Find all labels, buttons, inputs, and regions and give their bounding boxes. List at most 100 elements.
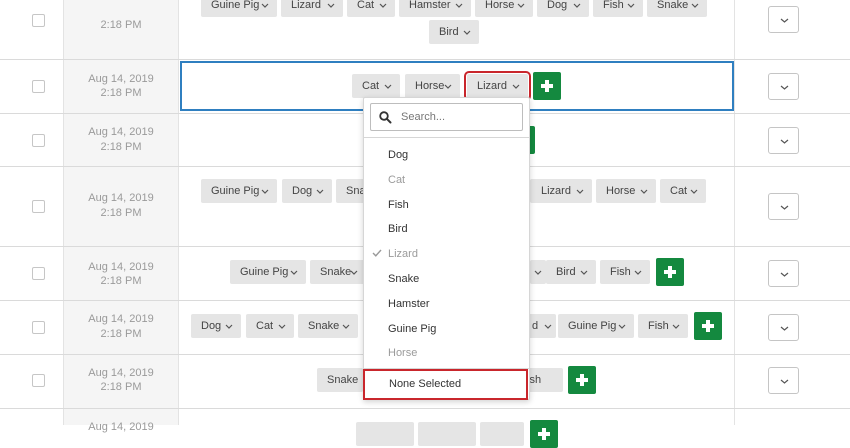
tag-chip[interactable]: Snake xyxy=(310,260,366,284)
tag-label: Bird xyxy=(439,26,459,38)
tag-label: Lizard xyxy=(291,0,321,11)
row-actions-button[interactable] xyxy=(768,6,799,33)
row-date: Aug 14, 2019 xyxy=(88,367,154,379)
tag-chip[interactable]: Snake xyxy=(298,314,358,338)
tag-chip[interactable]: Horse xyxy=(475,0,533,17)
chevron-down-icon xyxy=(261,0,269,17)
tag-chip[interactable]: Guine Pig xyxy=(558,314,634,338)
tag-chip[interactable]: Dog xyxy=(191,314,241,338)
search-box[interactable] xyxy=(370,103,523,131)
tag-label: Horse xyxy=(606,185,636,197)
row-checkbox[interactable] xyxy=(32,374,45,387)
tag-chip[interactable]: Bird xyxy=(546,260,596,284)
chevron-down-icon xyxy=(690,179,698,203)
tag-chip[interactable]: Snake xyxy=(317,368,363,392)
row-checkbox[interactable] xyxy=(32,134,45,147)
dropdown-item[interactable]: Guine Pig xyxy=(364,317,529,341)
dropdown-item[interactable]: Hamster xyxy=(364,292,529,316)
tag-chip[interactable]: Fish xyxy=(600,260,650,284)
row-checkbox[interactable] xyxy=(32,80,45,93)
tag-chip[interactable]: Cat xyxy=(347,0,395,17)
tag-dropdown-menu: Dog Cat Fish Bird Lizard Snake Hamster Guine Pi… xyxy=(363,97,530,400)
tag-label: Lizard xyxy=(541,185,571,197)
row-actions-button[interactable] xyxy=(768,314,799,341)
row-checkbox[interactable] xyxy=(32,267,45,280)
dropdown-item[interactable]: Bird xyxy=(364,217,529,241)
tag-chip[interactable]: Guine Pig xyxy=(230,260,306,284)
tag-chip[interactable]: Dog xyxy=(282,179,332,203)
tag-chip-partial[interactable]: d xyxy=(528,314,556,338)
row-date: Aug 14, 2019 xyxy=(88,313,154,325)
row-date: Aug 14, 2019 xyxy=(88,126,154,138)
tag-label: Snake xyxy=(657,0,689,11)
tag-label: Snake xyxy=(320,266,352,278)
tag-chip[interactable]: Snake xyxy=(647,0,707,17)
row-actions-button[interactable] xyxy=(768,193,799,220)
row-checkbox[interactable] xyxy=(32,14,45,27)
dropdown-item-label: Hamster xyxy=(388,297,430,310)
dropdown-item-label: Guine Pig xyxy=(388,322,437,335)
tag-label: Fish xyxy=(610,266,631,278)
add-tag-button[interactable] xyxy=(568,366,596,394)
row-date: Aug 14, 2019 xyxy=(88,261,154,273)
tag-chip-partial[interactable]: ish xyxy=(527,368,563,392)
tag-chip[interactable]: Sna xyxy=(336,179,366,203)
tag-chip[interactable]: Bird xyxy=(429,20,479,44)
row-time: 2:18 PM xyxy=(100,207,142,219)
tag-chip[interactable]: Lizard xyxy=(281,0,343,17)
tag-chip[interactable]: Horse xyxy=(596,179,656,203)
tag-chip[interactable]: Fish xyxy=(593,0,643,17)
none-selected-option[interactable]: None Selected xyxy=(363,369,528,400)
row-actions-button[interactable] xyxy=(768,127,799,154)
dropdown-item[interactable]: Snake xyxy=(364,267,529,291)
tag-chip[interactable]: Dog xyxy=(537,0,589,17)
tag-chip[interactable]: Cat xyxy=(246,314,294,338)
tag-chip[interactable] xyxy=(356,422,414,446)
tag-label: Cat xyxy=(256,320,274,332)
row-actions-button[interactable] xyxy=(768,367,799,394)
tag-label: Cat xyxy=(670,185,688,197)
chevron-down-icon xyxy=(580,260,588,284)
tag-label: Guine Pig xyxy=(568,320,617,332)
dropdown-item[interactable]: Lizard xyxy=(364,242,529,266)
chevron-down-icon xyxy=(634,260,642,284)
row-actions-button[interactable] xyxy=(768,73,799,100)
add-tag-button[interactable] xyxy=(530,420,558,448)
dropdown-item[interactable]: Cat xyxy=(364,168,529,192)
chevron-down-icon xyxy=(573,0,581,17)
tag-label: Guine Pig xyxy=(211,185,260,197)
tag-chip[interactable]: Fish xyxy=(638,314,688,338)
row-checkbox[interactable] xyxy=(32,200,45,213)
dropdown-item[interactable]: Fish xyxy=(364,193,529,217)
dropdown-item-label: Dog xyxy=(388,149,409,161)
chevron-down-icon xyxy=(316,179,324,203)
tag-chip-partial[interactable] xyxy=(530,260,546,284)
tag-label: Hamster xyxy=(409,0,451,11)
tag-chip[interactable] xyxy=(480,422,524,446)
tag-label: Guine Pig xyxy=(240,266,289,278)
chevron-down-icon xyxy=(780,272,789,277)
tag-chip[interactable]: Guine Pig xyxy=(201,0,277,17)
tag-chip[interactable]: Cat xyxy=(660,179,706,203)
add-tag-button[interactable] xyxy=(656,258,684,286)
chevron-down-icon xyxy=(691,0,699,17)
date-cell xyxy=(64,247,178,300)
chevron-down-icon xyxy=(463,20,471,44)
dropdown-item[interactable]: Horse xyxy=(364,341,529,365)
tag-chip[interactable]: Lizard xyxy=(530,179,592,203)
tag-chip[interactable]: Hamster xyxy=(399,0,471,17)
tag-chip[interactable]: Guine Pig xyxy=(201,179,277,203)
row-checkbox[interactable] xyxy=(32,321,45,334)
search-input[interactable] xyxy=(401,109,519,125)
dropdown-item[interactable]: Dog xyxy=(364,143,529,167)
tag-chip[interactable] xyxy=(418,422,476,446)
tag-label: Dog xyxy=(292,185,313,197)
chevron-down-icon xyxy=(780,18,789,23)
add-tag-button[interactable] xyxy=(694,312,722,340)
chevron-down-icon xyxy=(780,205,789,210)
date-cell xyxy=(64,114,178,166)
tag-label: Bird xyxy=(556,266,576,278)
row-date: Aug 14, 2019 xyxy=(88,192,154,204)
row-actions-button[interactable] xyxy=(768,260,799,287)
dropdown-divider xyxy=(364,137,529,138)
